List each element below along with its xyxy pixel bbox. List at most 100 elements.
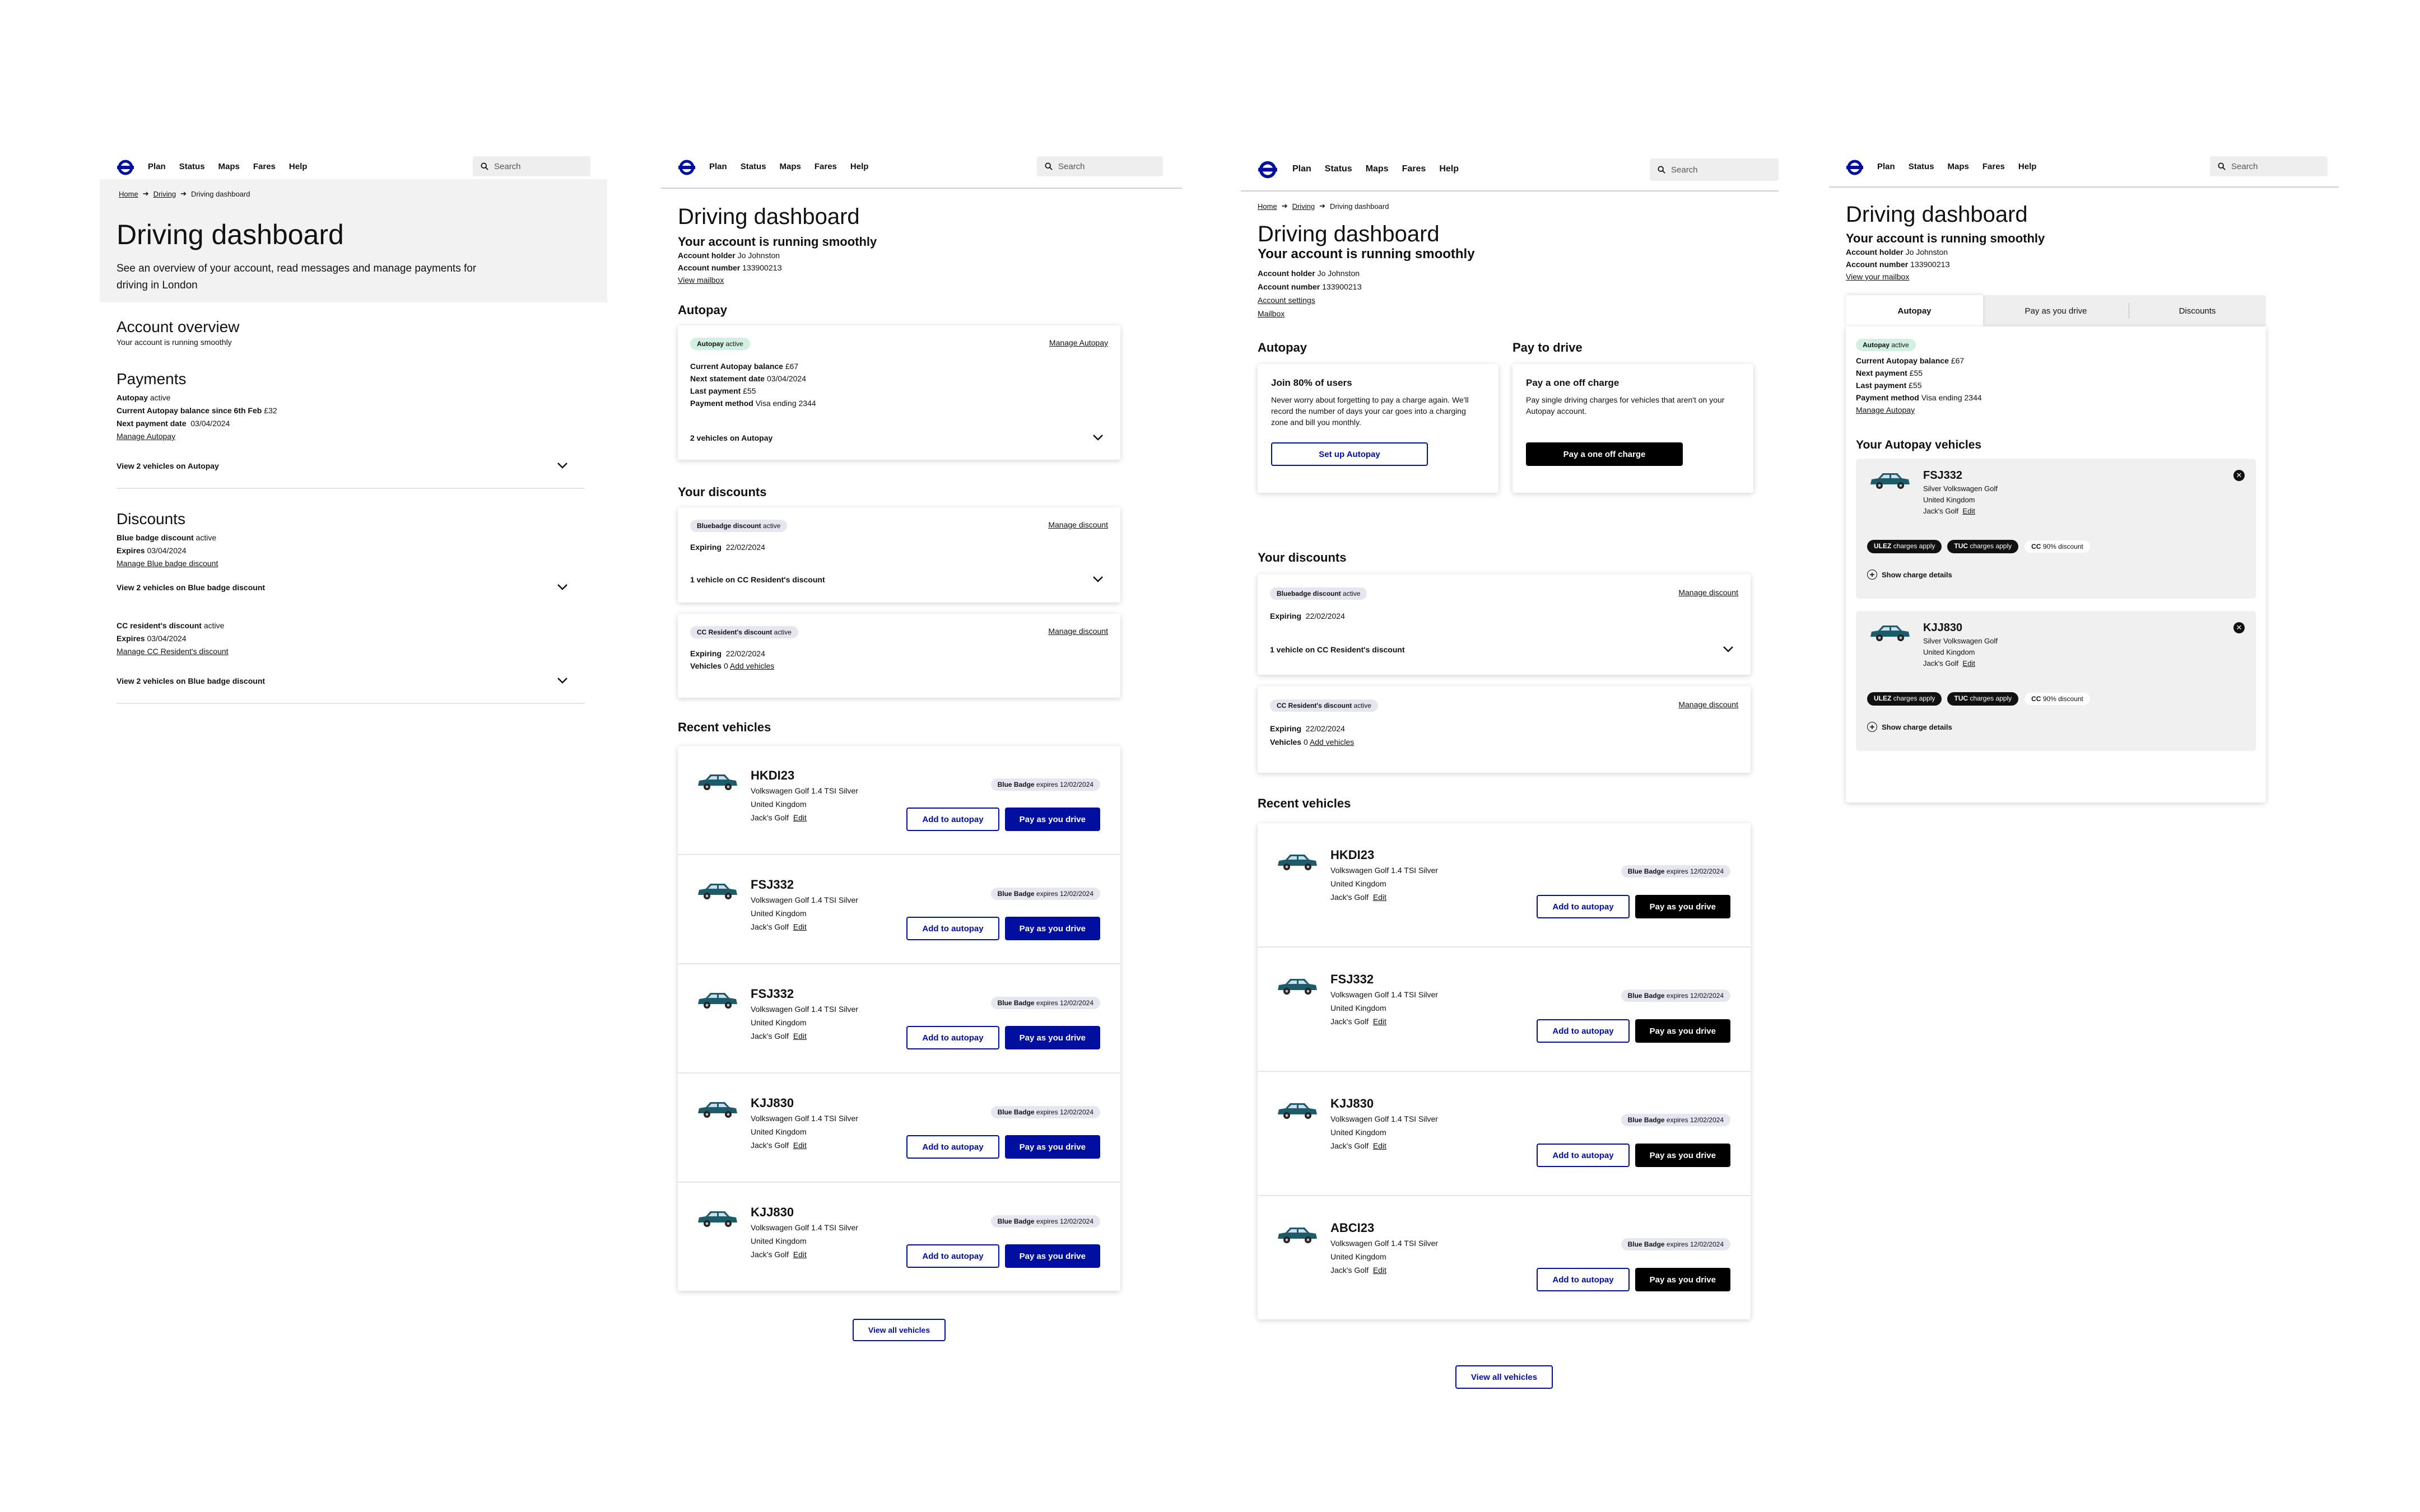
view-autopay-expander[interactable]: View 2 vehicles on Autopay: [117, 443, 585, 489]
add-to-autopay-button[interactable]: Add to autopay: [906, 1135, 999, 1159]
add-to-autopay-button[interactable]: Add to autopay: [906, 1244, 999, 1268]
view-all-vehicles-button[interactable]: View all vehicles: [1455, 1365, 1553, 1389]
nav-maps[interactable]: Maps: [218, 162, 240, 171]
close-icon[interactable]: ✕: [2233, 622, 2245, 633]
nav-plan[interactable]: Plan: [709, 162, 727, 171]
nav-fares[interactable]: Fares: [1402, 164, 1426, 174]
manage-bb-link[interactable]: Manage Blue badge discount: [117, 559, 218, 568]
pay-as-you-drive-button[interactable]: Pay as you drive: [1004, 1244, 1100, 1268]
edit-link[interactable]: Edit: [793, 1250, 807, 1259]
add-to-autopay-button[interactable]: Add to autopay: [906, 1026, 999, 1049]
add-to-autopay-button[interactable]: Add to autopay: [1537, 1268, 1630, 1291]
add-vehicles-link[interactable]: Add vehicles: [730, 661, 774, 670]
manage-discount-link[interactable]: Manage discount: [1678, 586, 1738, 599]
nav-plan[interactable]: Plan: [1877, 162, 1895, 171]
add-to-autopay-button[interactable]: Add to autopay: [1537, 1144, 1630, 1167]
roundel-logo-icon[interactable]: [678, 158, 696, 176]
roundel-logo-icon[interactable]: [1846, 158, 1864, 176]
edit-link[interactable]: Edit: [1373, 1266, 1386, 1275]
nav-fares[interactable]: Fares: [815, 162, 837, 171]
search-input[interactable]: Search: [1037, 156, 1163, 176]
set-up-autopay-button[interactable]: Set up Autopay: [1271, 442, 1428, 466]
view-mailbox-link[interactable]: View mailbox: [678, 276, 724, 284]
edit-link[interactable]: Edit: [1962, 659, 1975, 668]
nav-status[interactable]: Status: [179, 162, 205, 171]
show-charge-details[interactable]: + Show charge details: [1867, 722, 1952, 732]
manage-discount-link[interactable]: Manage discount: [1678, 698, 1738, 711]
nav-help[interactable]: Help: [289, 162, 308, 171]
nav-plan[interactable]: Plan: [1292, 164, 1311, 174]
edit-link[interactable]: Edit: [793, 813, 807, 822]
add-to-autopay-button[interactable]: Add to autopay: [906, 808, 999, 831]
add-to-autopay-button[interactable]: Add to autopay: [906, 917, 999, 940]
view-bb-label: View 2 vehicles on Blue badge discount: [117, 583, 266, 592]
blue-badge-tag: Blue Badge expires 12/02/2024: [990, 1215, 1100, 1228]
nav-status[interactable]: Status: [741, 162, 766, 171]
nav-links: Plan Status Maps Fares Help: [1292, 164, 1459, 174]
view-bb2-expander[interactable]: View 2 vehicles on Blue badge discount: [117, 658, 585, 704]
nav-plan[interactable]: Plan: [148, 162, 166, 171]
mockup-dashboard-tabs: Plan Status Maps Fares Help Search Drivi…: [1829, 154, 2339, 802]
pay-as-you-drive-button[interactable]: Pay as you drive: [1635, 895, 1730, 918]
nav-status[interactable]: Status: [1325, 164, 1352, 174]
manage-autopay-link[interactable]: Manage Autopay: [1856, 405, 1915, 414]
pay-as-you-drive-button[interactable]: Pay as you drive: [1004, 917, 1100, 940]
nav-fares[interactable]: Fares: [253, 162, 276, 171]
view-all-vehicles-button[interactable]: View all vehicles: [852, 1319, 946, 1341]
edit-link[interactable]: Edit: [793, 1032, 807, 1040]
nav-help[interactable]: Help: [850, 162, 869, 171]
edit-link[interactable]: Edit: [1962, 507, 1975, 515]
add-to-autopay-button[interactable]: Add to autopay: [1537, 895, 1630, 918]
breadcrumb-driving[interactable]: Driving: [153, 190, 176, 198]
nav-help[interactable]: Help: [1439, 164, 1459, 174]
nav-status[interactable]: Status: [1909, 162, 1934, 171]
search-input[interactable]: Search: [473, 156, 590, 176]
view-mailbox-link[interactable]: View your mailbox: [1846, 272, 1909, 281]
pay-as-you-drive-button[interactable]: Pay as you drive: [1635, 1144, 1730, 1167]
edit-link[interactable]: Edit: [793, 922, 807, 931]
mailbox-link[interactable]: Mailbox: [1258, 309, 1285, 318]
search-input[interactable]: Search: [1650, 158, 1779, 181]
search-input[interactable]: Search: [2210, 156, 2328, 176]
view-bb-expander[interactable]: View 2 vehicles on Blue badge discount: [117, 570, 585, 604]
pay-as-you-drive-button[interactable]: Pay as you drive: [1004, 1135, 1100, 1159]
cc-vehicles-expander[interactable]: 1 vehicle on CC Resident's discount: [690, 573, 825, 586]
manage-discount-link[interactable]: Manage discount: [1048, 625, 1108, 638]
pay-as-you-drive-button[interactable]: Pay as you drive: [1004, 1026, 1100, 1049]
nav-maps[interactable]: Maps: [780, 162, 801, 171]
nav-maps[interactable]: Maps: [1948, 162, 1969, 171]
pay-as-you-drive-button[interactable]: Pay as you drive: [1004, 808, 1100, 831]
roundel-logo-icon[interactable]: [117, 158, 134, 176]
vehicles-on-autopay-expander[interactable]: 2 vehicles on Autopay: [690, 432, 772, 445]
roundel-logo-icon[interactable]: [1258, 160, 1278, 180]
manage-cc-link[interactable]: Manage CC Resident's discount: [117, 647, 229, 656]
close-icon[interactable]: ✕: [2233, 470, 2245, 481]
manage-discount-link[interactable]: Manage discount: [1048, 519, 1108, 531]
autopay-vehicle-card: KJJ830 Silver Volkswagen Golf United King…: [1856, 611, 2256, 751]
tab-pay-as-you-drive[interactable]: Pay as you drive: [1983, 303, 2129, 319]
account-settings-link[interactable]: Account settings: [1258, 296, 1315, 305]
nav-help[interactable]: Help: [2018, 162, 2037, 171]
edit-link[interactable]: Edit: [1373, 1141, 1386, 1150]
cc-vehicles-expander[interactable]: 1 vehicle on CC Resident's discount: [1270, 643, 1405, 656]
nav-maps[interactable]: Maps: [1366, 164, 1389, 174]
edit-link[interactable]: Edit: [1373, 893, 1386, 902]
pay-as-you-drive-button[interactable]: Pay as you drive: [1635, 1019, 1730, 1043]
breadcrumb-driving[interactable]: Driving: [1292, 202, 1315, 211]
pay-as-you-drive-button[interactable]: Pay as you drive: [1635, 1268, 1730, 1291]
tab-discounts[interactable]: Discounts: [2129, 295, 2266, 326]
breadcrumb-home[interactable]: Home: [1258, 202, 1277, 211]
cc-resident-discount-card: CC Resident's discount active Manage dis…: [678, 614, 1120, 698]
tab-autopay[interactable]: Autopay: [1846, 295, 1983, 326]
show-charge-details[interactable]: + Show charge details: [1867, 570, 1952, 580]
add-vehicles-link[interactable]: Add vehicles: [1310, 738, 1354, 746]
manage-autopay-link[interactable]: Manage Autopay: [1049, 337, 1108, 349]
nav-fares[interactable]: Fares: [1982, 162, 2005, 171]
add-to-autopay-button[interactable]: Add to autopay: [1537, 1019, 1630, 1043]
pay-one-off-button[interactable]: Pay a one off charge: [1526, 442, 1683, 466]
breadcrumb-home[interactable]: Home: [119, 190, 138, 198]
expires-label: Expires: [117, 634, 145, 643]
edit-link[interactable]: Edit: [793, 1141, 807, 1150]
manage-autopay-link[interactable]: Manage Autopay: [117, 432, 175, 441]
edit-link[interactable]: Edit: [1373, 1017, 1386, 1026]
